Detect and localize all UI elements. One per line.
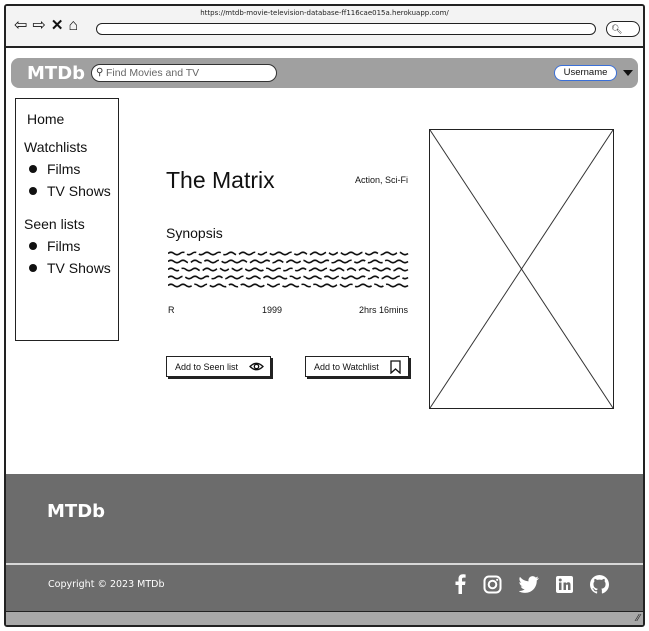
- synopsis-placeholder-line: [168, 283, 409, 288]
- search-box[interactable]: ⚲: [91, 64, 277, 82]
- button-label: Add to Watchlist: [314, 361, 379, 372]
- browser-window: https://mtdb-movie-television-database-f…: [4, 4, 645, 627]
- sidebar-item-home[interactable]: Home: [27, 111, 64, 127]
- resize-grip-icon[interactable]: ⁄⁄: [637, 614, 640, 624]
- bullet-icon: [29, 165, 37, 173]
- movie-year: 1999: [262, 305, 283, 315]
- forward-arrow-icon[interactable]: ⇨: [32, 18, 45, 34]
- sidebar-item-label: Films: [47, 238, 81, 254]
- button-label: Add to Seen list: [175, 361, 239, 372]
- footer-divider: [6, 563, 643, 565]
- address-bar[interactable]: [96, 23, 596, 35]
- movie-runtime: 2hrs 16mins: [359, 305, 409, 315]
- synopsis-placeholder-line: [168, 275, 409, 280]
- add-to-seen-list-button[interactable]: Add to Seen list: [166, 356, 271, 377]
- back-arrow-icon[interactable]: ⇦: [14, 18, 27, 34]
- search-icon: ⚲: [96, 67, 104, 78]
- footer-brand[interactable]: MTDb: [47, 501, 105, 522]
- sidebar-item-label: TV Shows: [47, 183, 111, 199]
- browser-search-button[interactable]: 🔍︎: [606, 21, 640, 37]
- bullet-icon: [29, 187, 37, 195]
- bookmark-icon: [390, 360, 401, 374]
- movie-title: The Matrix: [166, 167, 275, 193]
- sidebar-item-seen-films[interactable]: Films: [29, 238, 80, 254]
- browser-status-bar: ⁄⁄: [6, 611, 643, 625]
- brand-logo[interactable]: MTDb: [27, 63, 85, 84]
- synopsis-placeholder-line: [168, 267, 409, 272]
- sidebar-item-watchlist-films[interactable]: Films: [29, 161, 80, 177]
- footer: MTDb Copyright © 2023 MTDb: [6, 474, 643, 615]
- add-to-watchlist-button[interactable]: Add to Watchlist: [305, 356, 409, 377]
- sidebar-heading-seen-lists[interactable]: Seen lists: [24, 216, 85, 232]
- sidebar-heading-watchlists[interactable]: Watchlists: [24, 139, 87, 155]
- search-input[interactable]: [106, 66, 266, 80]
- instagram-icon[interactable]: [483, 575, 502, 594]
- facebook-icon[interactable]: [454, 574, 466, 594]
- bullet-icon: [29, 242, 37, 250]
- twitter-icon[interactable]: [519, 575, 539, 593]
- navbar: MTDb ⚲ Username: [11, 58, 638, 88]
- browser-nav: ⇦ ⇨ ✕ ⌂: [14, 18, 78, 34]
- sidebar-item-watchlist-tv-shows[interactable]: TV Shows: [29, 183, 111, 199]
- movie-genres: Action, Sci-Fi: [355, 175, 409, 185]
- sidebar-item-label: Films: [47, 161, 81, 177]
- poster-image-placeholder: [429, 129, 614, 409]
- synopsis-placeholder-line: [168, 259, 409, 264]
- browser-chrome: https://mtdb-movie-television-database-f…: [6, 6, 643, 48]
- github-icon[interactable]: [590, 574, 609, 594]
- synopsis-heading: Synopsis: [166, 225, 223, 241]
- eye-icon: [249, 362, 264, 371]
- sidebar: Home Watchlists Films TV Shows Seen list…: [15, 98, 119, 341]
- username-button[interactable]: Username: [554, 65, 617, 81]
- close-icon[interactable]: ✕: [51, 18, 64, 34]
- sidebar-item-label: TV Shows: [47, 260, 111, 276]
- chevron-down-icon[interactable]: [623, 70, 633, 76]
- social-links: [454, 574, 609, 594]
- synopsis-placeholder-line: [168, 251, 409, 256]
- url-text: https://mtdb-movie-television-database-f…: [200, 9, 449, 17]
- linkedin-icon[interactable]: [556, 575, 573, 593]
- sidebar-item-seen-tv-shows[interactable]: TV Shows: [29, 260, 111, 276]
- copyright-text: Copyright © 2023 MTDb: [48, 579, 165, 590]
- movie-rating: R: [168, 305, 175, 315]
- home-icon[interactable]: ⌂: [68, 18, 78, 34]
- bullet-icon: [29, 264, 37, 272]
- search-icon: 🔍︎: [611, 24, 623, 34]
